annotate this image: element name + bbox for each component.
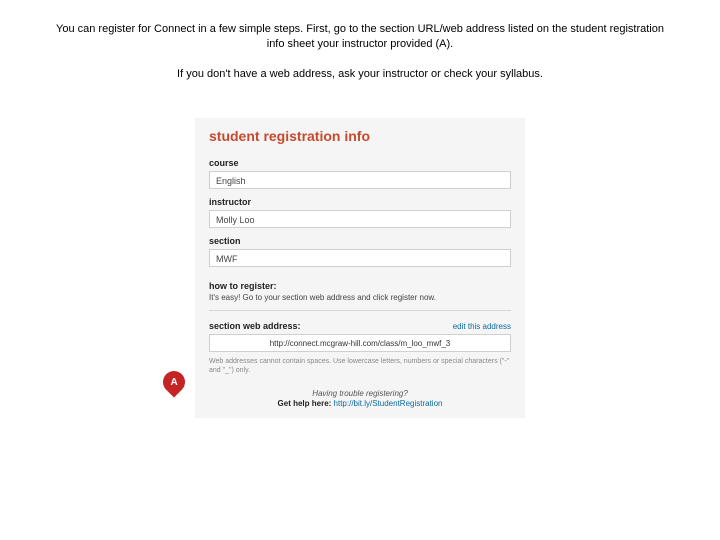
course-value: English [209,171,511,189]
edit-address-link[interactable]: edit this address [453,322,511,331]
registration-sheet-container: A student registration info course Engli… [195,118,525,418]
section-address-label: section web address: [209,321,301,331]
instructor-label: instructor [209,189,511,210]
trouble-prefix: Get help here: [278,399,334,408]
callout-marker-a: A [158,366,189,397]
howto-label: how to register: [209,267,511,293]
section-address-value: http://connect.mcgraw-hill.com/class/m_l… [209,334,511,352]
callout-marker-label: A [170,376,177,387]
sheet-title: student registration info [209,128,511,150]
section-value: MWF [209,249,511,267]
course-label: course [209,150,511,171]
trouble-link[interactable]: http://bit.ly/StudentRegistration [334,399,443,408]
trouble-heading: Having trouble registering? [209,389,511,399]
instruction-main: You can register for Connect in a few si… [0,0,720,60]
instructor-value: Molly Loo [209,210,511,228]
instruction-sub: If you don't have a web address, ask you… [0,60,720,100]
trouble-block: Having trouble registering? Get help her… [209,379,511,408]
section-label: section [209,228,511,249]
registration-sheet: student registration info course English… [195,118,525,418]
howto-text: It's easy! Go to your section web addres… [209,293,511,311]
section-address-note: Web addresses cannot contain spaces. Use… [209,352,511,379]
